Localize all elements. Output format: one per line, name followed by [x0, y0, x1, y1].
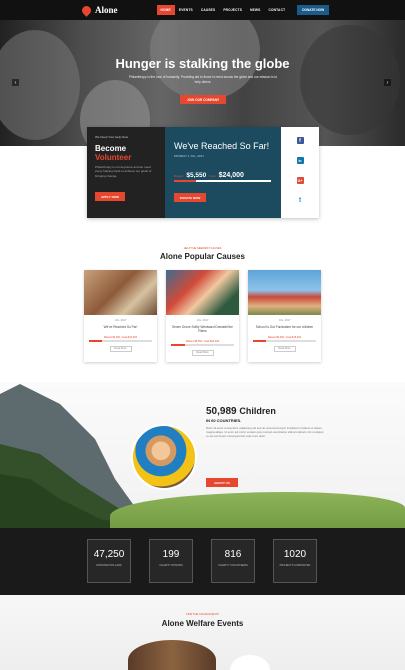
stat-label: Donated Dollars [96, 564, 122, 567]
stat-number: 816 [224, 549, 242, 560]
cause-image [166, 270, 239, 315]
cause-raised: Raised $5,550 / Goal $24,000 [185, 340, 220, 344]
slider-prev-arrow-icon[interactable]: ‹ [12, 79, 19, 86]
about-us-button[interactable]: ABOUT US [206, 478, 238, 487]
events-title: Alone Welfare Events [161, 619, 244, 628]
google-plus-icon[interactable]: G+ [296, 177, 304, 184]
nav-item-projects[interactable]: PROJECTS [219, 5, 246, 15]
green-hill [110, 492, 405, 528]
hero-title: Hunger is stalking the globe [115, 56, 290, 71]
cause-progress-fill [89, 340, 102, 342]
goal-label: Goal [209, 174, 216, 178]
nav-item-home[interactable]: HOME [156, 5, 175, 15]
read-more-button[interactable]: Read More [273, 345, 296, 352]
read-more-button[interactable]: Read More [191, 349, 214, 356]
join-company-button[interactable]: JOIN OUR COMPANY [180, 95, 226, 104]
nav-donate-button[interactable]: DONATE NOW [297, 5, 330, 15]
stats-section: 47,250 Donated Dollars 199 Charity Donor… [0, 528, 405, 595]
stat-label: Projects Completed [279, 564, 311, 567]
stat-number: 199 [162, 549, 180, 560]
info-panel: We Need Your Help Now Become Volunteer P… [87, 127, 319, 218]
cause-card[interactable]: JUL, 2017 School Is Out Fundraiser for o… [248, 270, 321, 362]
cause-progress-bar [253, 340, 316, 342]
stat-box: 816 Charity Volunteers [211, 539, 255, 583]
hero-subtitle: Philanthropy is the love of humanity. Pr… [128, 75, 278, 84]
stat-box: 47,250 Donated Dollars [87, 539, 131, 583]
children-number: 50,989 [206, 406, 237, 417]
nav-item-news[interactable]: NEWS [246, 5, 264, 15]
children-section: 50,989 Children IN 60 COUNTRIES. Dolor s… [0, 382, 405, 528]
donation-progress-fill [174, 180, 197, 182]
apply-now-button[interactable]: APPLY NOW [95, 192, 125, 201]
nav-item-causes[interactable]: CAUSES [197, 5, 219, 15]
main-menu: HOME EVENTS CAUSES PROJECTS NEWS CONTACT [156, 5, 290, 15]
cause-card[interactable]: JUL, 2017 We've Reached So Far! Raised $… [84, 270, 157, 362]
nav-item-contact[interactable]: CONTACT [264, 5, 289, 15]
cause-image [248, 270, 321, 315]
stat-box: 199 Charity Donors [149, 539, 193, 583]
raised-label: Raised [174, 174, 184, 178]
stat-label: Charity Donors [159, 564, 183, 567]
logo[interactable]: Alone [80, 3, 118, 17]
volunteer-title-line2: Volunteer [95, 153, 132, 162]
cause-title: School Is Out Fundraiser for our childre… [255, 325, 314, 329]
reached-date: MONDAY 1 JUL, 2017 [174, 154, 204, 158]
top-navigation: Alone HOME EVENTS CAUSES PROJECTS NEWS C… [0, 0, 405, 20]
children-word: Children [239, 406, 276, 416]
children-count: 50,989 Children [206, 406, 276, 417]
social-links: f in G+ t [281, 127, 319, 218]
volunteer-description: Philanthropy is our keystone and we need… [95, 165, 152, 178]
goal-amount: $24,000 [218, 172, 244, 179]
causes-title: Alone Popular Causes [160, 252, 245, 261]
cause-title: We've Reached So Far! [103, 325, 138, 329]
cause-raised: Raised $3,000 / Goal $15,000 [267, 336, 302, 340]
cause-progress-fill [171, 344, 186, 346]
cause-progress-bar [171, 344, 234, 346]
nav-item-events[interactable]: EVENTS [175, 5, 197, 15]
cause-card[interactable]: JUL, 2017 Seven Drone Softly Westward Do… [166, 270, 239, 362]
twitter-icon[interactable]: t [296, 197, 304, 204]
cause-image [84, 270, 157, 315]
read-more-button[interactable]: Read More [109, 345, 132, 352]
children-description: Dolor sit amet consectetur adipiscing el… [206, 426, 324, 439]
cause-date: JUL, 2017 [196, 319, 209, 322]
stat-number: 1020 [283, 549, 307, 560]
reached-title: We've Reached So Far! [174, 141, 270, 151]
volunteer-box: We Need Your Help Now Become Volunteer P… [87, 127, 165, 218]
page: Alone HOME EVENTS CAUSES PROJECTS NEWS C… [0, 0, 405, 670]
reached-box: We've Reached So Far! MONDAY 1 JUL, 2017… [165, 127, 281, 218]
heart-logo-icon [80, 3, 93, 17]
cause-date: JUL, 2017 [278, 319, 291, 322]
events-kicker: FIND THE CAUSE EVENTS [186, 613, 219, 616]
child-photo [131, 424, 197, 490]
stat-box: 1020 Projects Completed [273, 539, 317, 583]
reached-amounts: Raised $5,550 Goal $24,000 [174, 172, 272, 179]
donation-progress-bar [174, 180, 271, 182]
cause-date: JUL, 2017 [114, 319, 127, 322]
linkedin-icon[interactable]: in [296, 157, 304, 164]
children-subtitle: IN 60 COUNTRIES. [206, 418, 242, 423]
cause-progress-fill [253, 340, 266, 342]
cause-raised: Raised $2,000 / Goal $10,000 [103, 336, 138, 340]
cause-progress-bar [89, 340, 152, 342]
raised-amount: $5,550 [186, 172, 207, 179]
logo-text: Alone [95, 5, 118, 15]
stat-label: Charity Volunteers [218, 564, 248, 567]
volunteer-title-line1: Become [95, 144, 127, 153]
donate-now-button[interactable]: DONATE NOW [174, 193, 206, 202]
slider-next-arrow-icon[interactable]: › [384, 79, 391, 86]
stat-number: 47,250 [93, 549, 125, 560]
causes-kicker: HELP THE NEEDIEST CAUSES [183, 247, 222, 250]
cause-title: Seven Drone Softly Westward Downfall the… [172, 325, 233, 334]
volunteer-kicker: We Need Your Help Now [95, 135, 129, 139]
facebook-icon[interactable]: f [296, 137, 304, 144]
